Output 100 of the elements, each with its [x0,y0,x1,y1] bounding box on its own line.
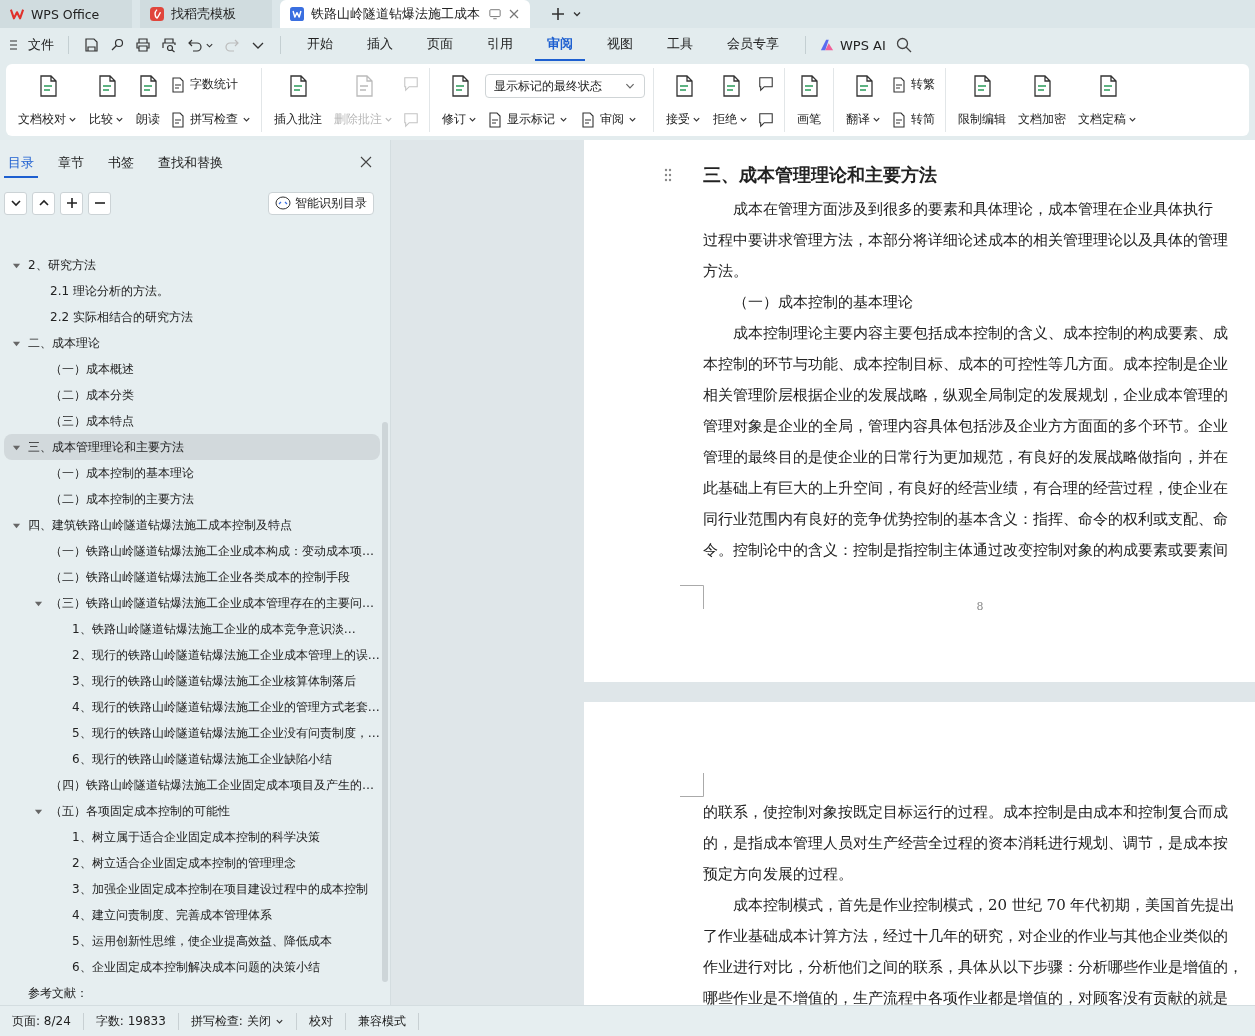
ribbon-button[interactable]: 接受 [662,68,705,132]
toc-item[interactable]: （一）成本控制的基本理论 [4,460,380,486]
toc-item[interactable]: （一）成本概述 [4,356,380,382]
add-button[interactable] [60,191,83,215]
toc-item[interactable]: 2.2 实际相结合的研究方法 [4,304,380,330]
ribbon-button[interactable]: 翻译 [842,68,885,132]
ribbon-button[interactable]: 插入批注 [270,68,326,132]
toc-item[interactable]: 3、现行的铁路山岭隧道钻爆法施工企业核算体制落后 [4,668,380,694]
ribbon-tab[interactable]: 引用 [475,29,525,61]
toc-item[interactable]: 5、现行的铁路山岭隧道钻爆法施工企业没有问责制度，… [4,720,380,746]
print-preview-icon[interactable] [161,37,177,53]
ribbon-button[interactable]: 修订 [438,68,481,132]
toc-item[interactable]: （一）铁路山岭隧道钻爆法施工企业成本构成：变动成本项… [4,538,380,564]
file-menu-button[interactable]: 文件 [8,36,54,54]
ribbon-button[interactable]: 画笔 [793,68,825,132]
comment-nav-button[interactable] [756,110,776,130]
caret-icon [692,115,701,124]
toc-item[interactable]: 1、树立属于适合企业固定成本控制的科学决策 [4,824,380,850]
expand-button[interactable] [32,191,55,215]
toc-item[interactable]: （四）铁路山岭隧道钻爆法施工企业固定成本项目及产生的… [4,772,380,798]
text-line: 作业进行对比，分析他们之间的联系，具体从以下步骤：分析哪些作业是增值的， [703,957,1244,978]
ribbon-tab[interactable]: 页面 [415,29,465,61]
undo-icon[interactable] [187,37,203,53]
toc-item[interactable]: 二、成本理论 [4,330,380,356]
window-tab[interactable]: 铁路山岭隧道钻爆法施工成本 [280,0,530,28]
ribbon-button[interactable]: 比较 [85,68,128,132]
window-tab[interactable]: 找稻壳模板 [140,0,272,28]
sidebar-tab[interactable]: 目录 [4,146,38,178]
sidebar-tab[interactable]: 章节 [54,146,88,178]
collapse-button[interactable] [4,191,27,215]
ribbon-button[interactable]: 文档加密 [1014,68,1070,132]
ribbon-button[interactable]: 文档校对 [14,68,81,132]
ribbon-tab[interactable]: 插入 [355,29,405,61]
comment-icon [758,112,774,128]
caret-icon [739,115,748,124]
toc-item[interactable]: 3、加强企业固定成本控制在项目建设过程中的成本控制 [4,876,380,902]
ribbon-tab[interactable]: 开始 [295,29,345,61]
text-line: 了作业基础成本计算方法，经过十几年的研究，对企业的作业与其他企业类似的 [703,926,1229,947]
ribbon-tab[interactable]: 会员专享 [715,29,791,61]
text-line: 相关管理阶层根据企业的发展战略，纵观全局制定的发展规划，企业成本管理的 [703,385,1229,406]
text-line: 成本在管理方面涉及到很多的要素和具体理论，成本管理在企业具体执行 [732,199,1214,220]
toc-item[interactable]: 6、现行的铁路山岭隧道钻爆法施工企业缺陷小结 [4,746,380,772]
ai-logo-icon [820,38,834,52]
toc-item[interactable]: 2.1 理论分析的方法。 [4,278,380,304]
toc-item[interactable]: （二）成本控制的主要方法 [4,486,380,512]
window-tab[interactable]: WPS Office [0,0,132,28]
comment-nav-button[interactable] [756,74,776,94]
ribbon-button[interactable]: 显示标记 [485,109,570,130]
new-tab-icon[interactable] [550,6,566,22]
ribbon-button[interactable]: 转繁 [889,74,937,95]
smart-toc-button[interactable]: 智能识别目录 [268,191,374,215]
toc-item[interactable]: 1、铁路山岭隧道钻爆法施工企业的成本竞争意识淡… [4,616,380,642]
text-line: 的，是指成本管理人员对生产经营全过程的资本消耗进行规划、调节，是成本按 [703,833,1229,854]
ribbon-button[interactable]: 朗读 [132,68,164,132]
comment-icon [758,76,774,92]
toc-item[interactable]: 5、运用创新性思维，使企业提高效益、降低成本 [4,928,380,954]
toc-item[interactable]: 2、现行的铁路山岭隧道钻爆法施工企业成本管理上的误… [4,642,380,668]
print-icon[interactable] [135,37,151,53]
scrollbar[interactable] [382,422,388,982]
toc-item[interactable]: 6、企业固定成本控制解决成本问题的决策小结 [4,954,380,980]
toc-item[interactable]: （三）成本特点 [4,408,380,434]
status-item[interactable]: 页面: 8/24 [0,1012,84,1030]
ribbon-button[interactable]: 字数统计 [168,74,240,95]
ribbon-tab[interactable]: 审阅 [535,29,585,61]
toc-item[interactable]: 4、建立问责制度、完善成本管理体系 [4,902,380,928]
sidebar-tab[interactable]: 查找和替换 [154,146,227,178]
sidebar-tab[interactable]: 书签 [104,146,138,178]
toc-item[interactable]: （五）各项固定成本控制的可能性 [4,798,380,824]
status-item[interactable]: 兼容模式 [345,1012,419,1030]
search-icon[interactable] [895,37,912,53]
ribbon-button[interactable]: 限制编辑 [954,68,1010,132]
ribbon-button[interactable]: 文档定稿 [1074,68,1141,132]
close-icon[interactable] [360,156,372,168]
document-icon [487,111,503,128]
ribbon-button[interactable]: 审阅 [578,109,639,130]
ribbon-button[interactable]: 拼写检查 [168,109,253,130]
status-item[interactable]: 字数: 19833 [83,1012,179,1030]
caret-icon[interactable] [572,9,582,19]
drag-handle-icon[interactable] [664,168,672,182]
save-icon[interactable] [83,37,99,53]
status-item[interactable]: 拼写检查: 关闭 [178,1012,297,1030]
toc-item[interactable]: 2、树立适合企业固定成本控制的管理理念 [4,850,380,876]
close-icon[interactable] [508,8,520,20]
ribbon-button[interactable]: 转简 [889,109,937,130]
toc-item[interactable]: （二）成本分类 [4,382,380,408]
remove-button[interactable] [88,191,111,215]
toc-item[interactable]: 参考文献： [4,980,380,1006]
toc-item[interactable]: 三、成本管理理论和主要方法 [4,434,380,460]
status-item[interactable]: 校对 [296,1012,346,1030]
comment-icon [403,112,419,128]
toc-item[interactable]: （二）铁路山岭隧道钻爆法施工企业各类成本的控制手段 [4,564,380,590]
toc-item[interactable]: 2、研究方法 [4,252,380,278]
ribbon-tab[interactable]: 工具 [655,29,705,61]
toc-item[interactable]: 4、现行的铁路山岭隧道钻爆法施工企业的管理方式老套… [4,694,380,720]
ribbon-button[interactable]: 拒绝 [709,68,752,132]
ribbon-tab[interactable]: 视图 [595,29,645,61]
toc-item[interactable]: （三）铁路山岭隧道钻爆法施工企业成本管理存在的主要问… [4,590,380,616]
toc-item[interactable]: 四、建筑铁路山岭隧道钻爆法施工成本控制及特点 [4,512,380,538]
markup-select[interactable]: 显示标记的最终状态 [485,74,645,98]
ai-button[interactable]: WPS AI [820,37,886,53]
